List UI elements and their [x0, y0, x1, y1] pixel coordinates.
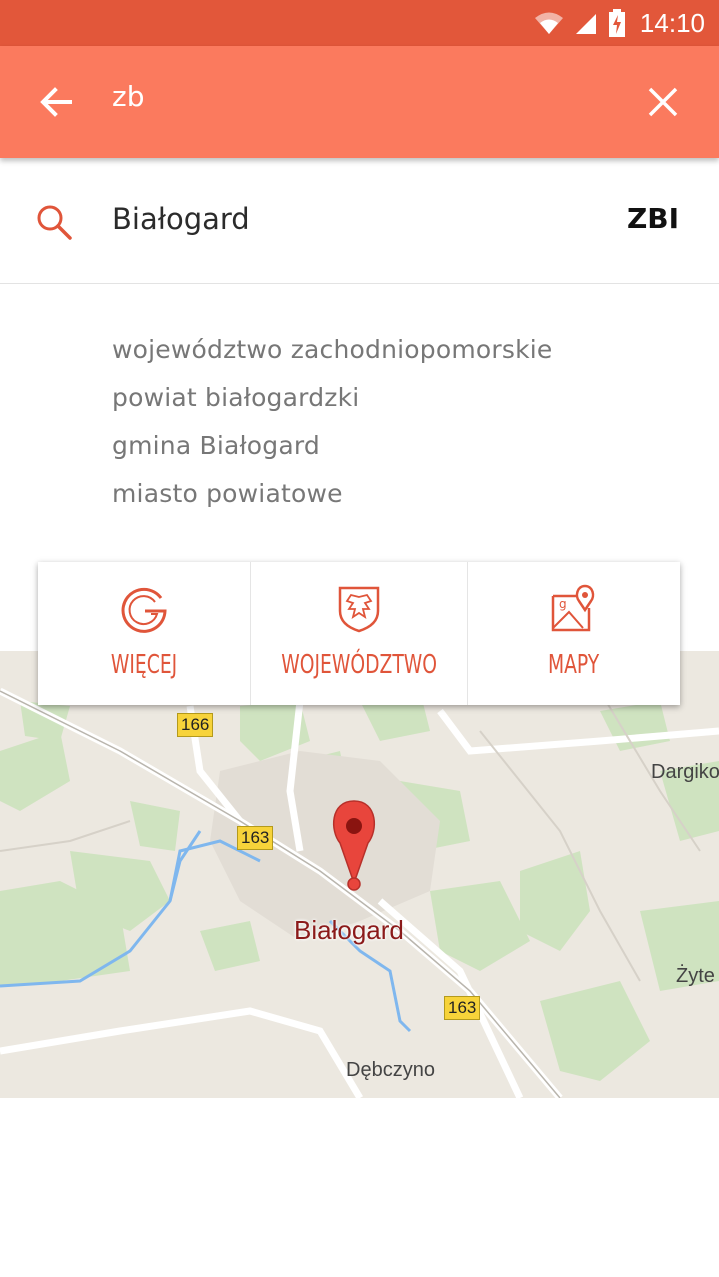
road-shield: 166 — [177, 713, 214, 737]
map-view[interactable]: 166 163 163 Białogard Dargiko Żyte Dębcz… — [0, 651, 719, 1098]
result-code: ZBI — [626, 202, 679, 235]
search-icon — [34, 202, 74, 246]
maps-label: MAPY — [548, 650, 600, 680]
detail-voivodeship: województwo zachodniopomorskie — [112, 335, 553, 364]
back-button[interactable] — [30, 76, 82, 128]
road-shield: 163 — [237, 826, 274, 850]
road-shield: 163 — [444, 996, 481, 1020]
detail-county: powiat białogardzki — [112, 383, 360, 412]
action-card: WIĘCEJ WOJEWÓDZTWO g MAPY — [38, 562, 680, 705]
maps-button[interactable]: g MAPY — [468, 562, 680, 705]
google-g-icon — [119, 584, 169, 634]
map-place-label: Dargiko — [651, 761, 719, 783]
more-button[interactable]: WIĘCEJ — [38, 562, 251, 705]
arrow-left-icon — [40, 87, 72, 117]
voivodeship-label: WOJEWÓDZTWO — [281, 650, 437, 680]
search-app-bar: zb — [0, 46, 719, 158]
map-city-label: Białogard — [294, 915, 404, 945]
svg-text:g: g — [559, 597, 567, 611]
clock: 14:10 — [639, 7, 705, 38]
wifi-icon — [534, 11, 564, 35]
map-place-label: Dębczyno — [346, 1059, 435, 1081]
coat-of-arms-icon — [337, 584, 381, 634]
clear-button[interactable] — [637, 76, 689, 128]
map-place-label: Żyte — [676, 965, 715, 987]
status-bar: 14:10 — [0, 0, 719, 46]
map-graphic — [0, 687, 719, 1098]
close-icon — [648, 87, 678, 117]
detail-commune: gmina Białogard — [112, 431, 320, 460]
map-pin-icon: g — [549, 584, 599, 634]
search-input[interactable]: zb — [112, 80, 144, 113]
battery-charging-icon — [608, 9, 626, 37]
details-list: województwo zachodniopomorskie powiat bi… — [112, 326, 553, 518]
search-result-row[interactable]: Białogard ZBI — [0, 158, 719, 284]
signal-icon — [574, 11, 598, 35]
result-name: Białogard — [112, 202, 250, 236]
status-icons: 14:10 — [534, 6, 705, 40]
voivodeship-button[interactable]: WOJEWÓDZTWO — [251, 562, 469, 705]
more-label: WIĘCEJ — [110, 650, 178, 680]
detail-town-type: miasto powiatowe — [112, 479, 343, 508]
